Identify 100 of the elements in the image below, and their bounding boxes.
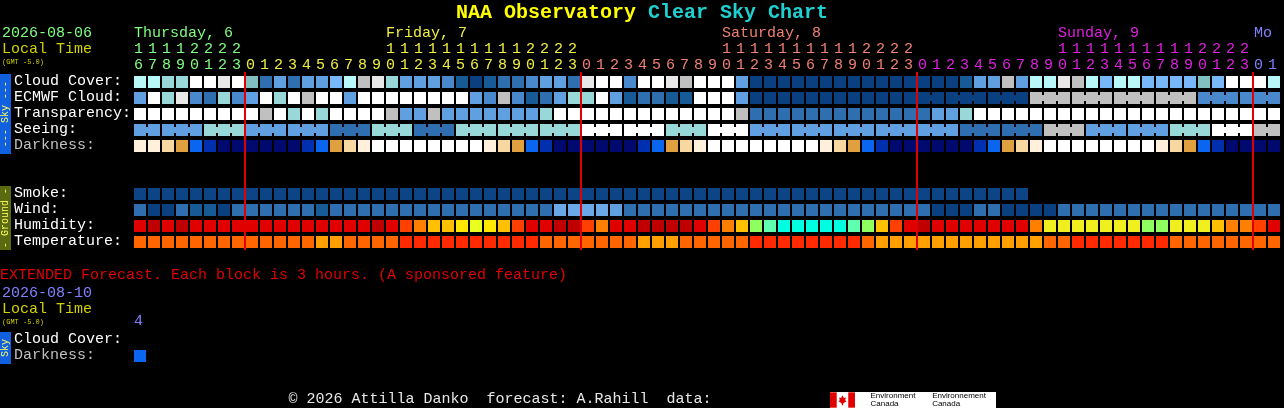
hour-label: 15 [456, 42, 466, 74]
hour-label: 0 [1254, 58, 1264, 74]
hour-label: 11 [736, 42, 746, 74]
hour-label: 6 [330, 58, 340, 74]
hour-label: 1 [260, 58, 270, 74]
day-label: Thursday, 6 [134, 26, 234, 42]
agency-name: Environnement Canada [932, 392, 987, 408]
row-label: Transparency: [14, 106, 133, 122]
hour-label: 7 [680, 58, 690, 74]
hour-label: 0 [246, 58, 256, 74]
hour-label: 21 [876, 42, 886, 74]
hour-label: 18 [162, 42, 172, 74]
hour-label: 1 [596, 58, 606, 74]
hour-label: 4 [638, 58, 648, 74]
hour-label: 8 [358, 58, 368, 74]
hour-label: 22 [890, 42, 900, 74]
hour-label: 21 [540, 42, 550, 74]
hour-label: 12 [414, 42, 424, 74]
hour-label: 15 [792, 42, 802, 74]
hour-label: 4 [134, 314, 144, 330]
local-time-label: Local Time [2, 302, 93, 318]
hour-label: 19 [176, 42, 186, 74]
hour-label: 3 [960, 58, 970, 74]
row-label: Cloud Cover: [14, 332, 124, 348]
hour-label: 2 [610, 58, 620, 74]
date-label: 2026-08-10 [2, 286, 93, 302]
hour-label: 15 [1128, 42, 1138, 74]
hour-label: 18 [1170, 42, 1180, 74]
hour-label: 14 [1114, 42, 1124, 74]
hour-label: 9 [1044, 58, 1054, 74]
hour-label: 6 [1002, 58, 1012, 74]
hour-label: 2 [274, 58, 284, 74]
hour-label: 16 [1142, 42, 1152, 74]
hour-label: 14 [778, 42, 788, 74]
date-label: 2026-08-06 [2, 26, 93, 42]
hour-label: 5 [988, 58, 998, 74]
hour-label: 13 [764, 42, 774, 74]
hour-label: 17 [148, 42, 158, 74]
hour-label: 0 [918, 58, 928, 74]
row-label: Seeing: [14, 122, 78, 138]
hour-label: 17 [820, 42, 830, 74]
hour-label: 23 [904, 42, 914, 74]
hour-label: 10 [722, 42, 732, 74]
extended-forecast-note: EXTENDED Forecast. Each block is 3 hours. (A sponsored feature) [0, 268, 569, 284]
hour-label: 23 [232, 42, 242, 74]
row-label: Temperature: [14, 234, 124, 250]
hour-label: 5 [652, 58, 662, 74]
hour-label: 13 [428, 42, 438, 74]
row-label: Wind: [14, 202, 60, 218]
hour-label: 21 [204, 42, 214, 74]
hour-label: 19 [512, 42, 522, 74]
hour-label: 1 [932, 58, 942, 74]
hour-label: 23 [568, 42, 578, 74]
hour-label: 22 [1226, 42, 1236, 74]
flag-icon [829, 392, 855, 408]
hour-label: 16 [134, 42, 144, 74]
hour-label: 11 [400, 42, 410, 74]
hour-label: 19 [848, 42, 858, 74]
hour-label: 12 [1086, 42, 1096, 74]
row-label: Darkness: [14, 138, 96, 154]
hour-label: 1 [1268, 58, 1278, 74]
hour-label: 22 [218, 42, 228, 74]
row-label: Smoke: [14, 186, 69, 202]
hour-label: 16 [470, 42, 480, 74]
day-label: Sunday, 9 [1058, 26, 1139, 42]
agency-name: Environment Canada [870, 392, 917, 408]
hour-label: 10 [386, 42, 396, 74]
hour-label: 20 [1198, 42, 1208, 74]
hour-label: 19 [1184, 42, 1194, 74]
hour-label: 21 [1212, 42, 1222, 74]
hour-label: 4 [302, 58, 312, 74]
hour-label: 14 [442, 42, 452, 74]
hour-label: 6 [666, 58, 676, 74]
hour-label: 20 [190, 42, 200, 74]
day-label: Mo [1254, 26, 1272, 42]
hour-label: 11 [1072, 42, 1082, 74]
row-label: Humidity: [14, 218, 96, 234]
day-label: Saturday, 8 [722, 26, 822, 42]
row-label: ECMWF Cloud: [14, 90, 124, 106]
row-label: Cloud Cover: [14, 74, 124, 90]
hour-label: 20 [862, 42, 872, 74]
hour-label: 9 [372, 58, 382, 74]
hour-label: 0 [582, 58, 592, 74]
hour-label: 23 [1240, 42, 1250, 74]
hour-label: 9 [708, 58, 718, 74]
hour-label: 8 [1030, 58, 1040, 74]
hour-label: 4 [974, 58, 984, 74]
credits-text: © 2026 Attilla Danko forecast: A.Rahill data: [288, 392, 712, 408]
hour-label: 12 [750, 42, 760, 74]
hour-label: 5 [316, 58, 326, 74]
hour-label: 3 [624, 58, 634, 74]
chart-title: Clear Sky Chart [648, 1, 829, 25]
observatory-title: NAA Observatory [455, 1, 636, 25]
hour-label: 17 [1156, 42, 1166, 74]
hour-label: 7 [344, 58, 354, 74]
hour-label: 3 [288, 58, 298, 74]
hour-label: 20 [526, 42, 536, 74]
hour-label: 18 [834, 42, 844, 74]
day-label: Friday, 7 [386, 26, 467, 42]
hour-label: 10 [1058, 42, 1068, 74]
